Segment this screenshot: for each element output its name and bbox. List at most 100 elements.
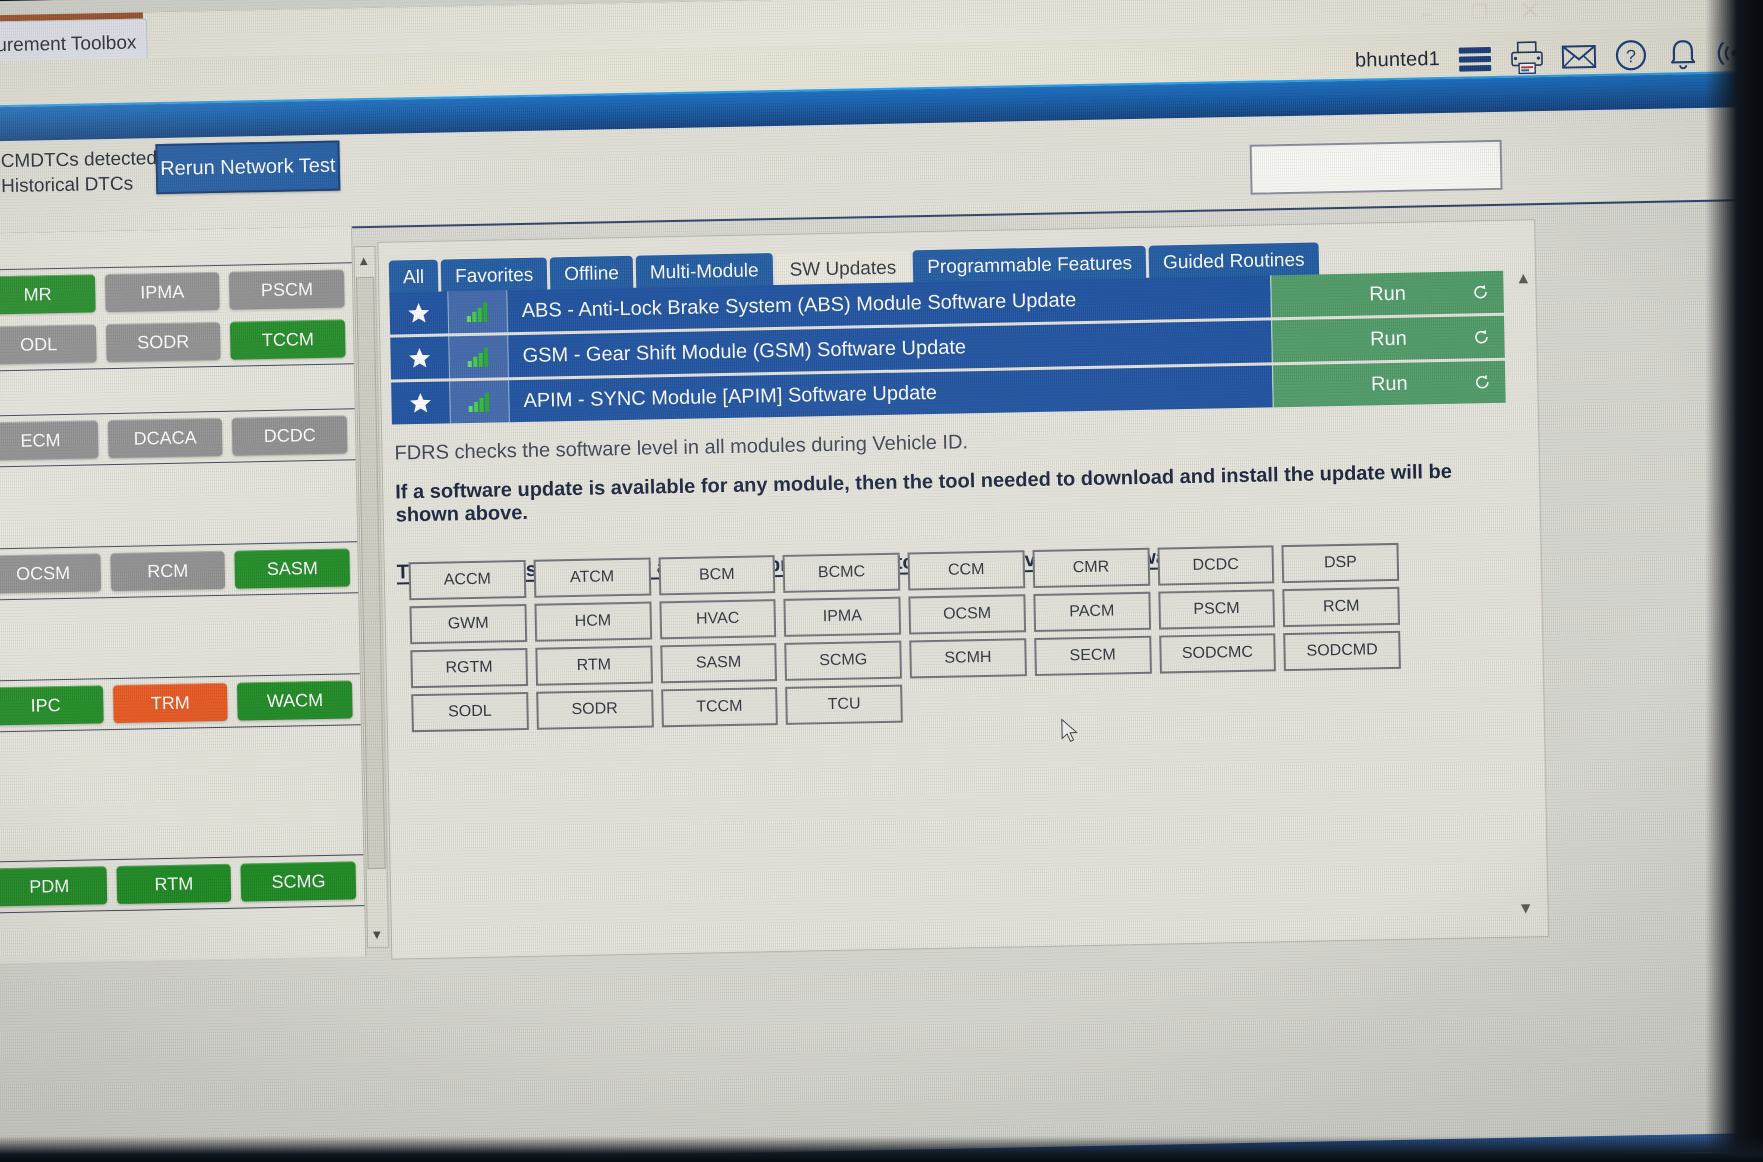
run-button[interactable]: Run <box>1271 360 1506 408</box>
module-button-sodr[interactable]: SODR <box>105 321 221 363</box>
legend-item-historical: Historical DTCs <box>0 171 158 199</box>
signal-cell <box>448 290 509 334</box>
search-box[interactable] <box>1249 139 1503 195</box>
refresh-icon[interactable] <box>1472 328 1490 346</box>
software-update-list: ABS - Anti-Lock Brake System (ABS) Modul… <box>389 270 1506 428</box>
grid-module-cmr[interactable]: CMR <box>1032 547 1150 589</box>
grid-module-secm[interactable]: SECM <box>1033 635 1152 677</box>
grid-module-sodcmc[interactable]: SODCMC <box>1158 633 1277 674</box>
module-button-scmg[interactable]: SCMG <box>240 861 357 902</box>
grid-module-tccm[interactable]: TCCM <box>660 687 779 728</box>
main-content-panel: All Favorites Offline Multi-Module SW Up… <box>377 219 1550 960</box>
grid-module-bcmc[interactable]: BCMC <box>782 552 901 593</box>
module-button-ecm[interactable]: ECM <box>0 420 99 461</box>
run-button[interactable]: Run <box>1270 270 1504 318</box>
module-group-1: MR IPMA PSCM ODL SODR TCCM <box>0 262 354 372</box>
favorite-cell[interactable] <box>390 336 451 380</box>
grid-module-dsp[interactable]: DSP <box>1281 542 1400 584</box>
grid-module-gwm[interactable]: GWM <box>409 603 527 645</box>
module-group-5: PDM RTM SCMG <box>0 854 365 914</box>
legend-label-historical: Historical DTCs <box>0 173 134 197</box>
module-sidebar: MR IPMA PSCM ODL SODR TCCM ECM DCACA DCD… <box>0 226 367 964</box>
mouse-cursor <box>1061 718 1078 743</box>
grid-module-bcm[interactable]: BCM <box>658 555 776 596</box>
module-row: MR IPMA PSCM <box>0 263 353 320</box>
run-button-label: Run <box>1370 372 1408 395</box>
module-button-sasm[interactable]: SASM <box>234 548 351 589</box>
module-button-odl[interactable]: ODL <box>0 324 97 365</box>
grid-module-sodl[interactable]: SODL <box>411 691 529 733</box>
list-scroll-up-icon[interactable]: ▲ <box>1515 270 1531 288</box>
maximize-button[interactable]: ❐ <box>1471 1 1488 23</box>
grid-module-rcm[interactable]: RCM <box>1282 586 1401 628</box>
module-row: ECM DCACA DCDC <box>0 409 356 466</box>
run-button[interactable]: Run <box>1271 315 1505 363</box>
module-row: ODL SODR TCCM <box>0 313 354 370</box>
grid-module-scmh[interactable]: SCMH <box>909 638 1027 679</box>
module-button-pdm[interactable]: PDM <box>0 866 107 907</box>
run-button-label: Run <box>1369 327 1407 350</box>
minimize-button[interactable]: – <box>1421 0 1434 27</box>
grid-module-atcm[interactable]: ATCM <box>533 557 651 598</box>
rerun-network-test-button[interactable]: Rerun Network Test <box>155 140 341 195</box>
grid-module-pscm[interactable]: PSCM <box>1157 589 1276 630</box>
search-icon[interactable] <box>1489 152 1491 178</box>
grid-module-dcdc[interactable]: DCDC <box>1156 545 1275 586</box>
star-icon[interactable] <box>408 391 432 415</box>
screen: asurement Toolbox – ❐ ✕ bhunted1 ? CMDTC… <box>0 0 1763 1162</box>
grid-module-rgtm[interactable]: RGTM <box>410 647 528 689</box>
module-button-mr[interactable]: MR <box>0 274 96 315</box>
scroll-down-icon[interactable]: ▼ <box>368 923 386 945</box>
module-button-ipma[interactable]: IPMA <box>104 271 220 313</box>
star-icon[interactable] <box>407 346 431 370</box>
grid-module-ipma[interactable]: IPMA <box>783 596 902 637</box>
refresh-icon[interactable] <box>1471 283 1489 301</box>
signal-bars-icon <box>466 302 488 323</box>
bell-icon[interactable] <box>1664 36 1703 73</box>
grid-module-ocsm[interactable]: OCSM <box>908 594 1026 635</box>
module-button-dcdc[interactable]: DCDC <box>232 415 348 456</box>
menu-icon[interactable] <box>1456 40 1495 77</box>
module-group-3: OCSM RCM SASM <box>0 541 359 601</box>
favorite-cell[interactable] <box>389 291 450 335</box>
module-button-tccm[interactable]: TCCM <box>230 319 346 360</box>
grid-module-sodr[interactable]: SODR <box>535 689 654 730</box>
grid-module-sasm[interactable]: SASM <box>659 643 778 684</box>
module-button-ocsm[interactable]: OCSM <box>0 553 101 594</box>
grid-module-rtm[interactable]: RTM <box>535 645 653 686</box>
module-button-trm[interactable]: TRM <box>112 682 229 724</box>
module-button-dcaca[interactable]: DCACA <box>107 417 223 459</box>
grid-module-sodcmd[interactable]: SODCMD <box>1283 630 1401 672</box>
module-button-ipc[interactable]: IPC <box>0 685 104 726</box>
signal-cell <box>450 380 510 424</box>
close-button[interactable]: ✕ <box>1519 0 1541 26</box>
module-button-rcm[interactable]: RCM <box>110 550 226 592</box>
grid-module-accm[interactable]: ACCM <box>408 559 527 601</box>
help-icon[interactable]: ? <box>1612 37 1651 74</box>
favorite-cell[interactable] <box>391 381 451 425</box>
grid-module-scmg[interactable]: SCMG <box>784 640 902 681</box>
scroll-up-icon[interactable]: ▲ <box>354 249 372 271</box>
grid-module-hcm[interactable]: HCM <box>534 601 652 642</box>
mail-icon[interactable] <box>1560 38 1599 75</box>
refresh-icon[interactable] <box>1473 373 1491 391</box>
run-button-label: Run <box>1368 282 1407 305</box>
grid-module-pacm[interactable]: PACM <box>1033 591 1151 633</box>
signal-bars-icon <box>467 347 489 368</box>
module-button-wacm[interactable]: WACM <box>237 680 353 721</box>
grid-module-ccm[interactable]: CCM <box>907 550 1025 591</box>
taskbar <box>0 1132 1763 1162</box>
printer-icon[interactable] <box>1508 39 1547 76</box>
search-input[interactable] <box>1251 155 1490 180</box>
module-button-rtm[interactable]: RTM <box>116 863 232 905</box>
list-scroll-down-icon[interactable]: ▼ <box>1518 900 1534 918</box>
star-icon[interactable] <box>407 301 431 325</box>
module-group-4: IPC TRM WACM <box>0 673 361 733</box>
broadcast-icon[interactable] <box>1716 35 1755 72</box>
browser-tab-label: asurement Toolbox <box>0 31 137 57</box>
photo-frame: asurement Toolbox – ❐ ✕ bhunted1 ? CMDTC… <box>0 0 1763 1162</box>
module-button-pscm[interactable]: PSCM <box>229 269 345 310</box>
grid-module-hvac[interactable]: HVAC <box>658 599 777 640</box>
grid-module-tcu[interactable]: TCU <box>785 684 903 725</box>
legend-item-cmdtc: CMDTCs detected <box>0 146 157 174</box>
